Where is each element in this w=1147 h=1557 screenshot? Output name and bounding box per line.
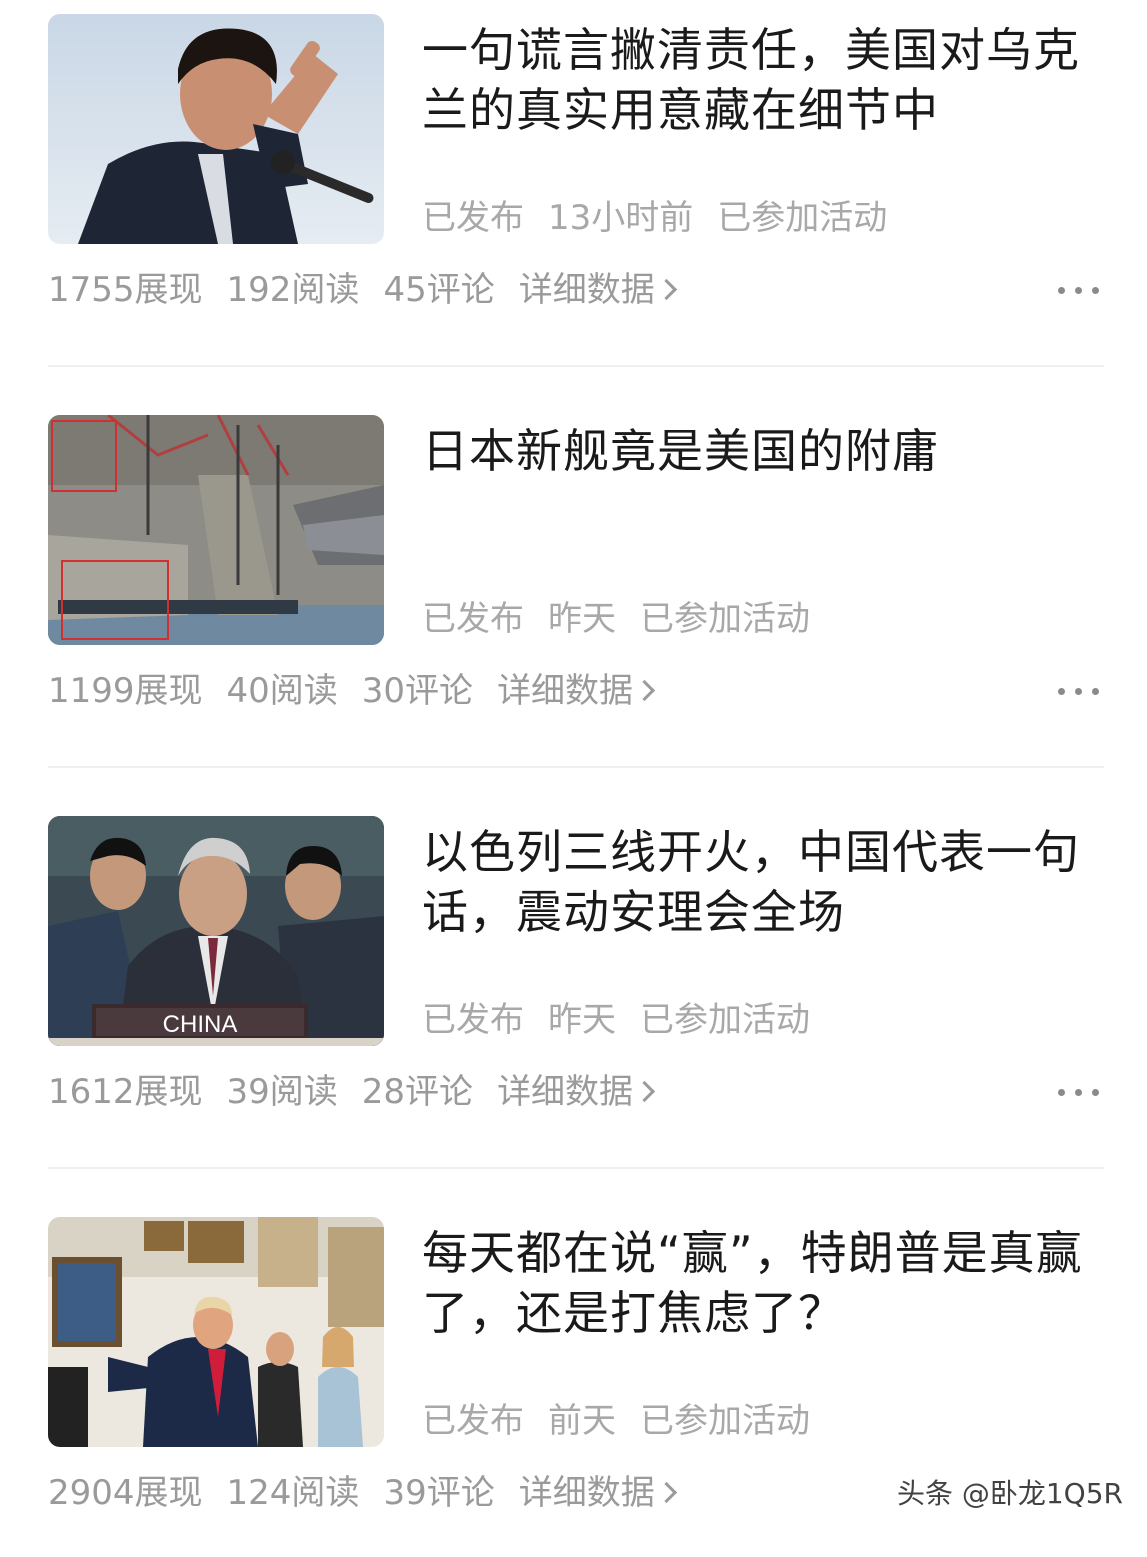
thumbnail-image [48, 14, 384, 244]
publish-time: 昨天 [548, 1000, 616, 1040]
article-stats-row: 1755展现 192阅读 45评论 详细数据 [48, 268, 698, 312]
more-options-icon[interactable] [1058, 1086, 1100, 1098]
article-card[interactable]: CHINA 以色列三线开火，中国代表一句话，震动安理会全场 已发布 昨天 已参加活动… [48, 816, 1104, 1156]
publish-time: 13小时前 [548, 198, 694, 238]
comments-count: 45评论 [383, 270, 495, 310]
nameplate-text: CHINA [163, 1011, 238, 1038]
article-thumbnail[interactable] [48, 1217, 384, 1447]
comments-count: 39评论 [383, 1473, 495, 1513]
activity-status: 已参加活动 [640, 1000, 810, 1040]
publish-time: 前天 [548, 1401, 616, 1441]
comments-count: 28评论 [361, 1072, 474, 1112]
article-stats-row: 2904展现 124阅读 39评论 详细数据 [48, 1471, 698, 1515]
article-title[interactable]: 一句谎言撇清责任，美国对乌克兰的真实用意藏在细节中 [422, 20, 1102, 140]
thumbnail-image [48, 415, 384, 645]
reads-count: 124阅读 [226, 1473, 360, 1513]
more-options-icon[interactable] [1058, 284, 1100, 296]
article-stats-row: 1199展现 40阅读 30评论 详细数据 [48, 669, 676, 713]
impressions-count: 2904展现 [48, 1473, 203, 1513]
reads-count: 40阅读 [226, 671, 338, 711]
details-label: 详细数据 [497, 671, 634, 711]
reads-count: 192阅读 [226, 270, 360, 310]
chevron-right-icon [655, 278, 677, 301]
article-thumbnail[interactable] [48, 415, 384, 645]
chevron-right-icon [633, 679, 656, 702]
article-title[interactable]: 每天都在说“赢”，特朗普是真赢了，还是打焦虑了？ [422, 1223, 1102, 1343]
article-card[interactable]: 日本新舰竟是美国的附庸 已发布 昨天 已参加活动 1199展现 40阅读 30评论 详细数… [48, 415, 1104, 755]
activity-status: 已参加活动 [717, 198, 888, 238]
watermark: 头条 @卧龙1Q5R [896, 1477, 1123, 1510]
article-thumbnail[interactable] [48, 14, 384, 244]
divider [48, 1167, 1104, 1169]
more-options-icon[interactable] [1058, 685, 1100, 697]
comments-count: 30评论 [361, 671, 474, 711]
article-title[interactable]: 日本新舰竟是美国的附庸 [422, 421, 1102, 481]
details-link[interactable]: 详细数据 [497, 671, 656, 711]
article-title[interactable]: 以色列三线开火，中国代表一句话，震动安理会全场 [422, 822, 1102, 942]
publish-time: 昨天 [548, 599, 616, 639]
publish-status: 已发布 [422, 1401, 524, 1441]
divider [48, 766, 1104, 768]
impressions-count: 1199展现 [48, 671, 203, 711]
details-link[interactable]: 详细数据 [518, 270, 677, 310]
thumbnail-image: CHINA [48, 816, 384, 1046]
details-link[interactable]: 详细数据 [518, 1473, 677, 1513]
details-label: 详细数据 [518, 1473, 655, 1513]
article-card[interactable]: 一句谎言撇清责任，美国对乌克兰的真实用意藏在细节中 已发布 13小时前 已参加活动 … [48, 14, 1104, 354]
article-status-row: 已发布 13小时前 已参加活动 [422, 196, 911, 240]
thumbnail-image [48, 1217, 384, 1447]
chevron-right-icon [655, 1481, 677, 1504]
publish-status: 已发布 [422, 1000, 524, 1040]
article-thumbnail[interactable]: CHINA [48, 816, 384, 1046]
publish-status: 已发布 [422, 198, 524, 238]
impressions-count: 1612展现 [48, 1072, 203, 1112]
article-stats-row: 1612展现 39阅读 28评论 详细数据 [48, 1070, 676, 1114]
impressions-count: 1755展现 [48, 270, 203, 310]
details-label: 详细数据 [497, 1072, 634, 1112]
activity-status: 已参加活动 [640, 599, 810, 639]
article-status-row: 已发布 昨天 已参加活动 [422, 998, 834, 1042]
reads-count: 39阅读 [226, 1072, 338, 1112]
details-label: 详细数据 [518, 270, 655, 310]
activity-status: 已参加活动 [640, 1401, 810, 1441]
chevron-right-icon [633, 1080, 656, 1103]
publish-status: 已发布 [422, 599, 524, 639]
article-status-row: 已发布 昨天 已参加活动 [422, 597, 834, 641]
article-status-row: 已发布 前天 已参加活动 [422, 1399, 834, 1443]
details-link[interactable]: 详细数据 [497, 1072, 656, 1112]
divider [48, 365, 1104, 367]
